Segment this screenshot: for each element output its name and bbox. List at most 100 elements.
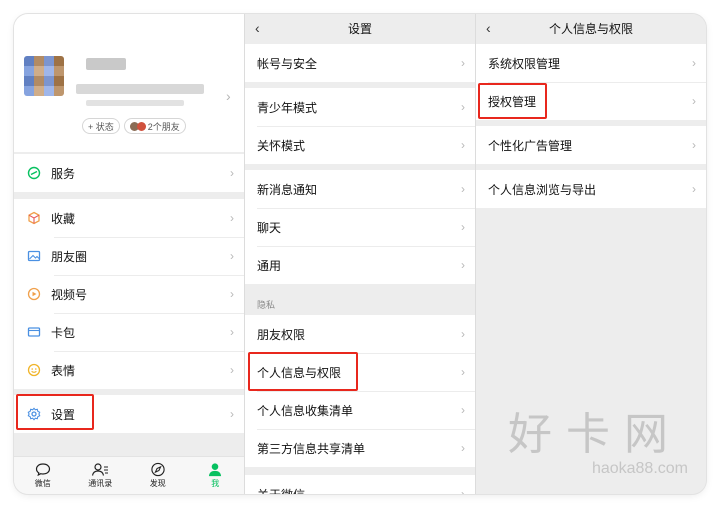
- chevron-right-icon: ›: [461, 182, 465, 196]
- me-panel: › + 状态 2个朋友 服务 › 收藏 › 朋友圈 › 视频号 › 卡包 › 表…: [14, 14, 244, 494]
- menu-item-wallet[interactable]: 卡包 ›: [14, 313, 244, 351]
- bottom-tab-bar: 微信 通讯录 发现 我: [14, 456, 244, 494]
- settings-item-info-collection[interactable]: 个人信息收集清单 ›: [245, 391, 475, 429]
- image-icon: [26, 249, 41, 264]
- settings-item-friend-permissions[interactable]: 朋友权限 ›: [245, 315, 475, 353]
- menu-item-favorites[interactable]: 收藏 ›: [14, 199, 244, 237]
- tab-discover[interactable]: 发现: [129, 457, 187, 494]
- menu-item-services[interactable]: 服务 ›: [14, 154, 244, 192]
- menu-label: 个人信息收集清单: [257, 403, 354, 418]
- watermark: 好卡网 haoka88.com: [498, 398, 688, 480]
- chevron-right-icon: ›: [461, 327, 465, 341]
- settings-group-account: 帐号与安全 ›: [245, 44, 475, 82]
- settings-item-chat[interactable]: 聊天 ›: [245, 208, 475, 246]
- menu-label: 朋友圈: [51, 249, 88, 264]
- chevron-right-icon: ›: [230, 407, 234, 421]
- personal-item-personalized-ads[interactable]: 个性化广告管理 ›: [476, 126, 706, 164]
- back-icon[interactable]: ‹: [255, 20, 260, 36]
- person-icon: [209, 463, 222, 477]
- settings-item-third-party[interactable]: 第三方信息共享清单 ›: [245, 429, 475, 467]
- services-group: 服务 ›: [14, 154, 244, 192]
- menu-item-moments[interactable]: 朋友圈 ›: [14, 237, 244, 275]
- tab-label: 发现: [149, 479, 166, 488]
- settings-item-general[interactable]: 通用 ›: [245, 246, 475, 284]
- chevron-right-icon: ›: [230, 363, 234, 377]
- chat-bubble-icon: [35, 463, 50, 477]
- personal-info-highlight-box: [248, 352, 358, 391]
- menu-label: 朋友权限: [257, 327, 306, 342]
- settings-item-care-mode[interactable]: 关怀模式 ›: [245, 126, 475, 164]
- settings-item-notifications[interactable]: 新消息通知 ›: [245, 170, 475, 208]
- status-chip[interactable]: + 状态: [82, 118, 120, 134]
- tab-chats[interactable]: 微信: [14, 457, 72, 494]
- friends-chip[interactable]: 2个朋友: [123, 118, 186, 134]
- menu-label: 卡包: [51, 325, 76, 340]
- profile-card[interactable]: › + 状态 2个朋友: [14, 14, 244, 152]
- services-icon: [26, 166, 41, 181]
- status-chip-label: + 状态: [88, 121, 114, 132]
- features-group: 收藏 › 朋友圈 › 视频号 › 卡包 › 表情 ›: [14, 199, 244, 389]
- tablet-screen: › + 状态 2个朋友 服务 › 收藏 › 朋友圈 › 视频号 › 卡包 › 表…: [14, 14, 706, 494]
- settings-group-about: 关于微信 ›: [245, 475, 475, 494]
- wechat-id-redacted: [76, 84, 204, 94]
- settings-highlight-box: [16, 394, 94, 430]
- settings-item-youth-mode[interactable]: 青少年模式 ›: [245, 88, 475, 126]
- chevron-right-icon: ›: [461, 56, 465, 70]
- personal-item-system-permissions[interactable]: 系统权限管理 ›: [476, 44, 706, 82]
- back-icon[interactable]: ‹: [486, 20, 491, 36]
- page-title: 个人信息与权限: [548, 21, 633, 36]
- settings-panel: ‹ 设置 帐号与安全 › 青少年模式 › 关怀模式 › 新消息通知 › 聊天 ›…: [245, 14, 475, 494]
- chevron-right-icon: ›: [461, 487, 465, 494]
- chevron-right-icon: ›: [461, 100, 465, 114]
- contacts-icon: [92, 463, 109, 476]
- menu-label: 青少年模式: [257, 100, 318, 115]
- authorization-highlight-box: [478, 83, 547, 119]
- chevron-right-icon: ›: [692, 182, 696, 196]
- chevron-right-icon: ›: [692, 94, 696, 108]
- menu-label: 收藏: [51, 211, 76, 226]
- section-header-privacy: 隐私: [257, 300, 276, 310]
- chevron-right-icon: ›: [230, 211, 234, 225]
- menu-item-stickers[interactable]: 表情 ›: [14, 351, 244, 389]
- menu-label: 第三方信息共享清单: [257, 441, 366, 456]
- chevron-right-icon: ›: [230, 325, 234, 339]
- chevron-right-icon: ›: [461, 403, 465, 417]
- friends-chip-label: 2个朋友: [147, 121, 180, 132]
- tab-label: 通讯录: [88, 479, 113, 488]
- settings-item-account-security[interactable]: 帐号与安全 ›: [245, 44, 475, 82]
- menu-label: 表情: [51, 363, 76, 378]
- personal-item-browse-export[interactable]: 个人信息浏览与导出 ›: [476, 170, 706, 208]
- menu-label: 个性化广告管理: [488, 138, 573, 153]
- menu-label: 通用: [257, 258, 282, 273]
- tab-me[interactable]: 我: [187, 457, 245, 494]
- settings-item-about[interactable]: 关于微信 ›: [245, 475, 475, 494]
- watermark-url: haoka88.com: [591, 460, 688, 477]
- profile-extra-redacted: [86, 100, 184, 106]
- chevron-right-icon: ›: [230, 287, 234, 301]
- personal-group-export: 个人信息浏览与导出 ›: [476, 170, 706, 208]
- menu-label: 关怀模式: [257, 138, 306, 153]
- menu-label: 服务: [51, 166, 76, 181]
- menu-label: 系统权限管理: [488, 56, 561, 71]
- chevron-right-icon: ›: [692, 56, 696, 70]
- menu-label: 个人信息浏览与导出: [488, 182, 597, 197]
- chevron-right-icon: ›: [461, 365, 465, 379]
- menu-label: 视频号: [51, 287, 88, 302]
- channels-icon: [26, 287, 41, 302]
- menu-label: 关于微信: [257, 486, 475, 495]
- avatar[interactable]: [24, 56, 64, 96]
- chevron-right-icon: ›: [230, 166, 234, 180]
- chevron-right-icon: ›: [461, 258, 465, 272]
- settings-group-modes: 青少年模式 › 关怀模式 ›: [245, 88, 475, 164]
- card-icon: [26, 325, 41, 340]
- menu-item-channels[interactable]: 视频号 ›: [14, 275, 244, 313]
- nickname-redacted: [86, 58, 126, 70]
- watermark-text: 好卡网: [508, 409, 682, 460]
- menu-label: 聊天: [257, 220, 282, 235]
- chevron-right-icon: ›: [692, 138, 696, 152]
- chevron-right-icon: ›: [226, 88, 231, 104]
- chevron-right-icon: ›: [461, 138, 465, 152]
- chevron-right-icon: ›: [461, 441, 465, 455]
- tab-contacts[interactable]: 通讯录: [72, 457, 130, 494]
- friend-avatar-icon: [136, 121, 146, 131]
